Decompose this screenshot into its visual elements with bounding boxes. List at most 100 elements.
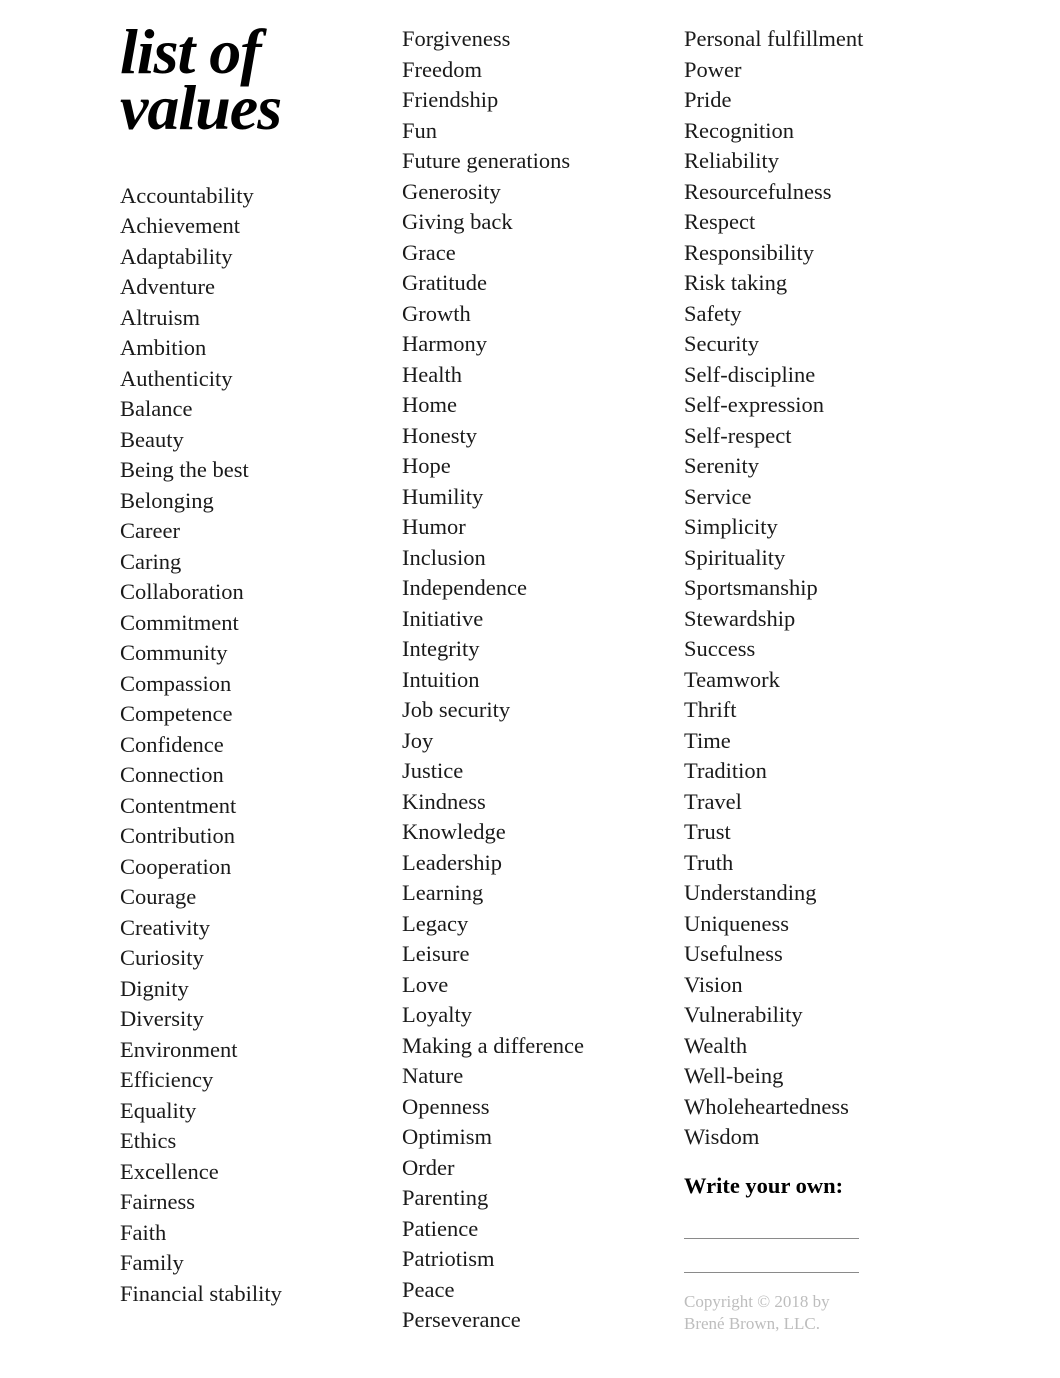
value-item: Vision	[684, 970, 940, 1001]
write-line-2[interactable]	[684, 1243, 859, 1273]
value-item: Contentment	[120, 791, 376, 822]
value-item: Competence	[120, 699, 376, 730]
page: list of values AccountabilityAchievement…	[0, 0, 1060, 1376]
value-item: Time	[684, 726, 940, 757]
value-item: Balance	[120, 394, 376, 425]
value-item: Ethics	[120, 1126, 376, 1157]
value-item: Safety	[684, 299, 940, 330]
value-item: Fun	[402, 116, 658, 147]
value-item: Reliability	[684, 146, 940, 177]
value-item: Patience	[402, 1214, 658, 1245]
value-item: Learning	[402, 878, 658, 909]
value-item: Hope	[402, 451, 658, 482]
value-item: Generosity	[402, 177, 658, 208]
value-item: Dignity	[120, 974, 376, 1005]
value-item: Justice	[402, 756, 658, 787]
write-line-1[interactable]	[684, 1209, 859, 1239]
copyright-line-2: Brené Brown, LLC.	[684, 1314, 820, 1333]
values-list-3: Personal fulfillmentPowerPrideRecognitio…	[684, 24, 940, 1153]
value-item: Excellence	[120, 1157, 376, 1188]
value-item: Home	[402, 390, 658, 421]
value-item: Service	[684, 482, 940, 513]
value-item: Nature	[402, 1061, 658, 1092]
value-item: Compassion	[120, 669, 376, 700]
columns-wrapper: list of values AccountabilityAchievement…	[120, 24, 940, 1336]
value-item: Success	[684, 634, 940, 665]
value-item: Usefulness	[684, 939, 940, 970]
value-item: Authenticity	[120, 364, 376, 395]
value-item: Initiative	[402, 604, 658, 635]
value-item: Courage	[120, 882, 376, 913]
value-item: Humor	[402, 512, 658, 543]
value-item: Uniqueness	[684, 909, 940, 940]
value-item: Respect	[684, 207, 940, 238]
value-item: Accountability	[120, 181, 376, 212]
value-item: Connection	[120, 760, 376, 791]
value-item: Community	[120, 638, 376, 669]
value-item: Teamwork	[684, 665, 940, 696]
value-item: Belonging	[120, 486, 376, 517]
value-item: Peace	[402, 1275, 658, 1306]
value-item: Caring	[120, 547, 376, 578]
column-3: Personal fulfillmentPowerPrideRecognitio…	[684, 24, 940, 1336]
value-item: Contribution	[120, 821, 376, 852]
write-your-own-heading: Write your own:	[684, 1171, 940, 1202]
value-item: Risk taking	[684, 268, 940, 299]
value-item: Joy	[402, 726, 658, 757]
value-item: Growth	[402, 299, 658, 330]
value-item: Faith	[120, 1218, 376, 1249]
value-item: Job security	[402, 695, 658, 726]
value-item: Truth	[684, 848, 940, 879]
value-item: Sportsmanship	[684, 573, 940, 604]
value-item: Wealth	[684, 1031, 940, 1062]
value-item: Efficiency	[120, 1065, 376, 1096]
value-item: Personal fulfillment	[684, 24, 940, 55]
value-item: Commitment	[120, 608, 376, 639]
value-item: Kindness	[402, 787, 658, 818]
value-item: Humility	[402, 482, 658, 513]
value-item: Wisdom	[684, 1122, 940, 1153]
page-title: list of values	[120, 24, 376, 137]
value-item: Altruism	[120, 303, 376, 334]
value-item: Wholeheartedness	[684, 1092, 940, 1123]
value-item: Legacy	[402, 909, 658, 940]
value-item: Patriotism	[402, 1244, 658, 1275]
value-item: Collaboration	[120, 577, 376, 608]
value-item: Responsibility	[684, 238, 940, 269]
value-item: Well-being	[684, 1061, 940, 1092]
value-item: Love	[402, 970, 658, 1001]
value-item: Environment	[120, 1035, 376, 1066]
value-item: Self-respect	[684, 421, 940, 452]
values-list-1: AccountabilityAchievementAdaptabilityAdv…	[120, 181, 376, 1310]
value-item: Career	[120, 516, 376, 547]
value-item: Serenity	[684, 451, 940, 482]
value-item: Self-discipline	[684, 360, 940, 391]
value-item: Security	[684, 329, 940, 360]
value-item: Travel	[684, 787, 940, 818]
value-item: Pride	[684, 85, 940, 116]
value-item: Parenting	[402, 1183, 658, 1214]
value-item: Openness	[402, 1092, 658, 1123]
value-item: Integrity	[402, 634, 658, 665]
value-item: Inclusion	[402, 543, 658, 574]
value-item: Spirituality	[684, 543, 940, 574]
value-item: Harmony	[402, 329, 658, 360]
value-item: Understanding	[684, 878, 940, 909]
value-item: Future generations	[402, 146, 658, 177]
value-item: Financial stability	[120, 1279, 376, 1310]
value-item: Leisure	[402, 939, 658, 970]
value-item: Forgiveness	[402, 24, 658, 55]
value-item: Perseverance	[402, 1305, 658, 1336]
value-item: Knowledge	[402, 817, 658, 848]
value-item: Freedom	[402, 55, 658, 86]
value-item: Making a difference	[402, 1031, 658, 1062]
value-item: Family	[120, 1248, 376, 1279]
value-item: Beauty	[120, 425, 376, 456]
value-item: Honesty	[402, 421, 658, 452]
value-item: Achievement	[120, 211, 376, 242]
value-item: Being the best	[120, 455, 376, 486]
value-item: Diversity	[120, 1004, 376, 1035]
value-item: Optimism	[402, 1122, 658, 1153]
title-line-2: values	[120, 72, 281, 143]
value-item: Independence	[402, 573, 658, 604]
